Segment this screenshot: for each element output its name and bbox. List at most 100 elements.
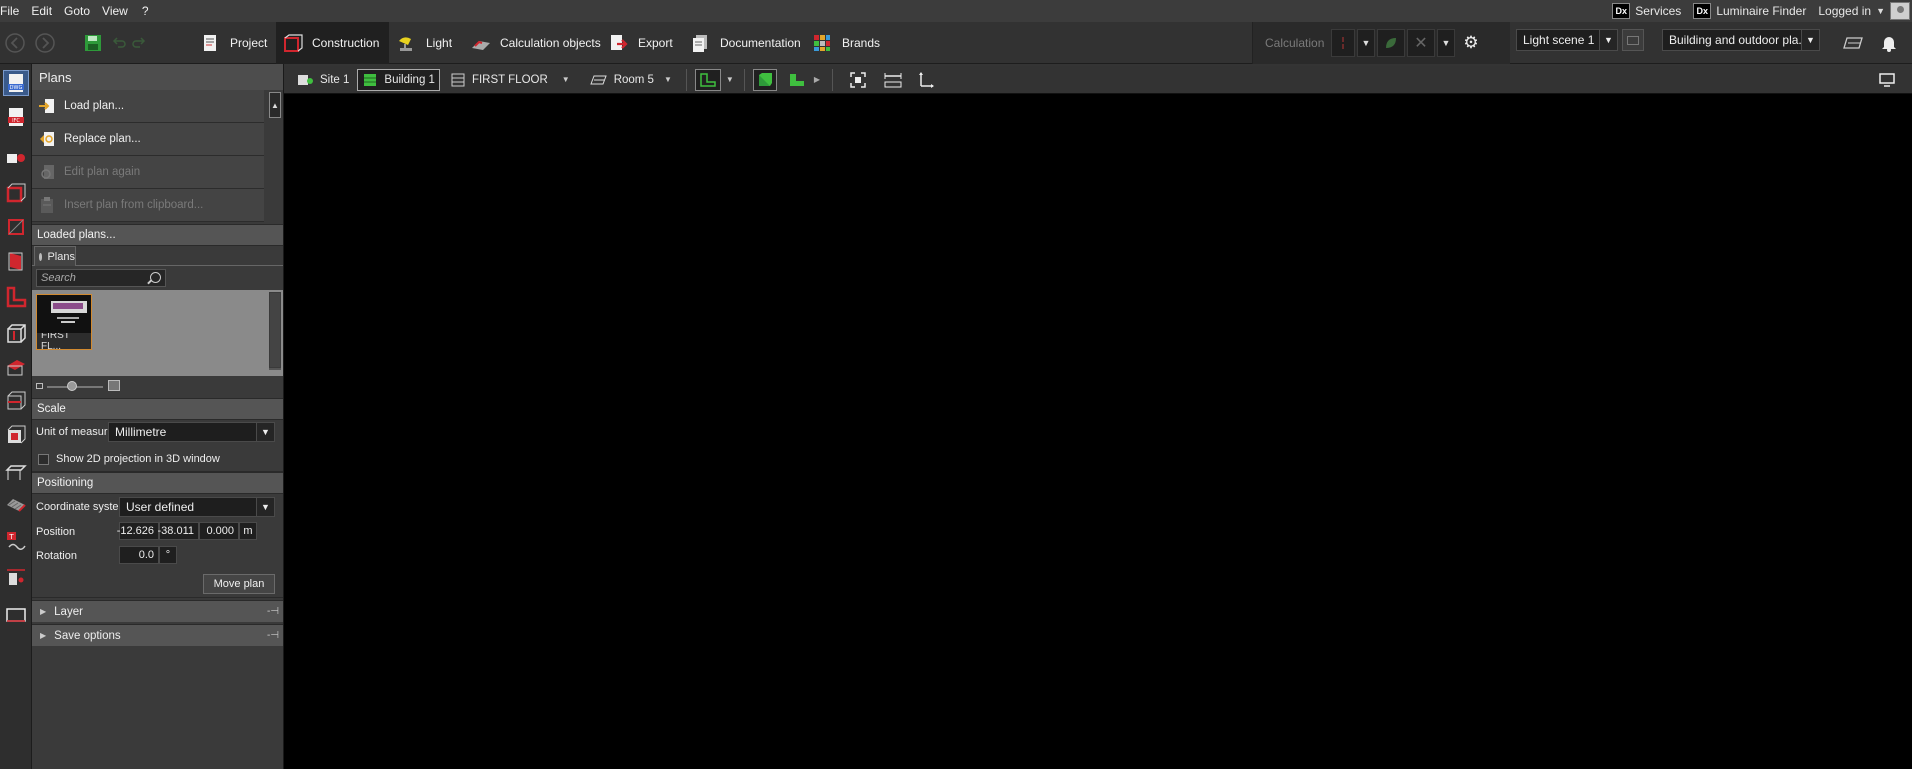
coord-select[interactable]: User defined ▼ — [119, 497, 275, 517]
move-plan-button[interactable]: Move plan — [203, 574, 275, 594]
l-room-button[interactable] — [785, 69, 809, 91]
position-x-input[interactable]: -12.626 — [117, 522, 159, 540]
chevron-down-icon[interactable]: ▼ — [726, 75, 734, 84]
fullscreen-button[interactable] — [1878, 69, 1896, 91]
view-mode-select[interactable]: Building and outdoor pla... ▼ — [1662, 29, 1820, 51]
notifications-button[interactable] — [1874, 28, 1904, 58]
replace-plan-button[interactable]: Replace plan... — [32, 123, 264, 156]
load-plan-button[interactable]: Load plan... — [32, 90, 264, 123]
settings-button[interactable]: ⚙ — [1457, 29, 1485, 57]
wall-tool-button[interactable] — [3, 214, 29, 240]
rectangle-tool-button[interactable] — [3, 602, 29, 628]
cutout-tool-button[interactable] — [3, 422, 29, 448]
tab-documentation[interactable]: Documentation — [684, 22, 811, 64]
account-menu[interactable]: Logged in ▼ — [1818, 2, 1910, 20]
actions-scrollbar[interactable]: ▲ — [268, 90, 282, 222]
table-tool-button[interactable] — [3, 460, 29, 486]
solid-room-button[interactable] — [752, 68, 777, 91]
document-icon — [200, 33, 220, 53]
axis-button[interactable] — [917, 69, 935, 91]
menu-edit[interactable]: Edit — [27, 4, 60, 18]
calculation-cancel-button[interactable]: ✕ — [1407, 29, 1435, 57]
slider-handle[interactable] — [67, 381, 77, 391]
save-options-section-header[interactable]: ▶ Save options -⊣ — [32, 624, 283, 646]
plan-thumbnail[interactable]: FIRST FL... — [36, 294, 92, 352]
dx-logo-icon: Dx — [1612, 3, 1631, 19]
roof-tool-button[interactable] — [3, 354, 29, 380]
documents-stack-icon — [690, 33, 710, 53]
text-tool-button[interactable]: T — [3, 528, 29, 554]
unit-select[interactable]: Millimetre ▼ — [108, 422, 275, 442]
chevron-right-icon[interactable]: ▶ — [814, 75, 820, 84]
services-link[interactable]: Dx Services — [1612, 3, 1681, 19]
coord-row: Coordinate system User defined ▼ — [32, 494, 283, 520]
layer-section-header[interactable]: ▶ Layer -⊣ — [32, 600, 283, 622]
tab-brands-label: Brands — [842, 36, 881, 50]
rotation-label: Rotation — [36, 550, 77, 562]
search-icon — [150, 272, 161, 283]
redo-button[interactable] — [124, 28, 154, 58]
light-scene-monitor-button[interactable] — [1622, 29, 1644, 51]
site-button[interactable]: Site 1 — [292, 69, 353, 91]
position-z-input[interactable]: 0.000 — [199, 522, 239, 540]
tab-construction[interactable]: Construction — [276, 22, 390, 64]
tab-project[interactable]: Project — [194, 22, 277, 64]
position-y-input[interactable]: -38.011 — [158, 522, 199, 540]
plan-view-button[interactable] — [1838, 28, 1868, 58]
rotation-input[interactable]: 0.0 — [119, 546, 159, 564]
menu-view[interactable]: View — [98, 4, 136, 18]
door-tool-button[interactable] — [3, 248, 29, 274]
tab-light-label: Light — [426, 36, 453, 50]
stairs-tool-button[interactable] — [3, 492, 29, 518]
unit-row: Unit of measure Millimetre ▼ — [32, 420, 283, 446]
storey-tool-button[interactable] — [3, 388, 29, 414]
tab-export[interactable]: Export — [602, 22, 683, 64]
search-placeholder: Search — [41, 272, 76, 284]
zoom-fit-button[interactable] — [849, 69, 867, 91]
light-scene-select[interactable]: Light scene 1 ▼ — [1516, 29, 1618, 51]
thumbnails-scrollbar[interactable] — [269, 292, 281, 370]
calculation-start-button[interactable] — [1331, 29, 1355, 57]
furniture-tool-button[interactable] — [3, 144, 29, 170]
scroll-up-icon[interactable]: ▲ — [269, 92, 281, 118]
show-2d-checkbox-row[interactable]: Show 2D projection in 3D window — [38, 453, 220, 465]
tab-brands[interactable]: Brands — [806, 22, 890, 64]
menu-help[interactable]: ? — [136, 4, 157, 18]
back-button[interactable] — [0, 28, 30, 58]
chevron-down-icon[interactable]: ▼ — [664, 75, 672, 84]
menu-file[interactable]: File — [0, 4, 27, 18]
chevron-down-icon: ▼ — [256, 498, 274, 516]
plans-tab-strip: Plans — [32, 246, 283, 266]
calculation-dropdown-button[interactable]: ▼ — [1357, 29, 1375, 57]
floor-button[interactable]: FIRST FLOOR ▼ — [446, 69, 574, 91]
tab-light[interactable]: Light — [390, 22, 462, 64]
search-input[interactable]: Search — [36, 269, 166, 287]
measure-button[interactable] — [883, 69, 903, 91]
chevron-down-icon[interactable]: ▼ — [562, 75, 570, 84]
edit-plan-again-button[interactable]: Edit plan again — [32, 156, 264, 189]
menu-goto[interactable]: Goto — [60, 4, 98, 18]
dwg-tool-button[interactable]: DWG — [3, 70, 29, 96]
floorplan-mode-button[interactable] — [694, 68, 721, 91]
cube-tool-button[interactable] — [3, 320, 29, 346]
canvas-viewport[interactable] — [284, 79, 1912, 769]
tab-calculation-objects[interactable]: Calculation objects — [464, 22, 611, 64]
pin-icon[interactable]: -⊣ — [267, 630, 279, 641]
luminaire-finder-link[interactable]: Dx Luminaire Finder — [1693, 3, 1806, 19]
section-tool-button[interactable] — [3, 564, 29, 590]
show-2d-checkbox[interactable] — [38, 453, 49, 465]
room-tool-button[interactable] — [3, 180, 29, 206]
calculation-options-dropdown[interactable]: ▼ — [1437, 29, 1455, 57]
svg-text:DWG: DWG — [10, 85, 23, 91]
forward-button[interactable] — [30, 28, 60, 58]
ifc-tool-button[interactable]: IFC — [3, 104, 29, 130]
gear-icon: ⚙ — [1463, 33, 1479, 52]
calculation-refresh-button[interactable] — [1377, 29, 1405, 57]
room-button[interactable]: Room 5 ▼ — [584, 69, 676, 91]
tab-plans[interactable]: Plans — [34, 246, 76, 266]
floor-tool-button[interactable] — [3, 284, 29, 310]
view-separator — [743, 68, 745, 91]
building-button[interactable]: Building 1 — [357, 68, 440, 91]
pin-icon[interactable]: -⊣ — [267, 606, 279, 617]
insert-plan-clipboard-button[interactable]: Insert plan from clipboard... — [32, 189, 264, 222]
